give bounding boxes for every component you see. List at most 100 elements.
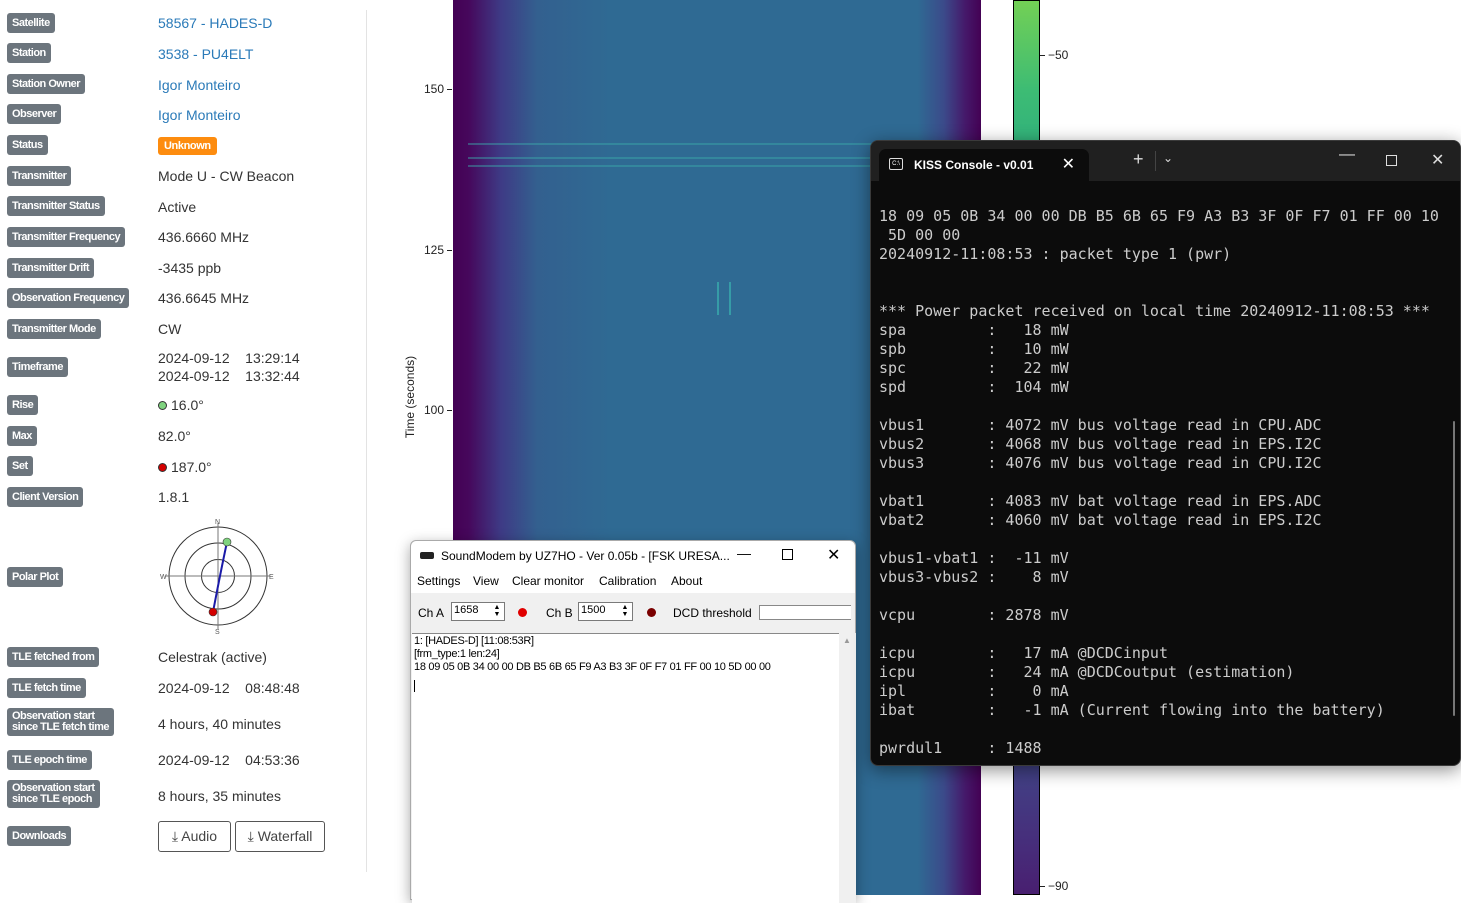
label: Transmitter Drift — [7, 258, 95, 278]
terminal-titlebar[interactable]: C:\ KISS Console - v0.01 ✕ + ⌄ — ✕ — [871, 141, 1460, 181]
value: -3435 ppb — [158, 260, 222, 276]
minimize-icon[interactable]: — — [1339, 146, 1355, 164]
terminal-line: vbus3-vbus2 : 8 mV — [879, 568, 1069, 586]
terminal-line: vbat2 : 4060 mV bat voltage read in EPS.… — [879, 511, 1322, 529]
label: Status — [7, 135, 48, 155]
value: CW — [158, 321, 182, 337]
label: Observer — [7, 104, 62, 124]
monitor-line: [frm_type:1 len:24] — [414, 648, 500, 660]
menu-about[interactable]: About — [671, 574, 702, 588]
tab-kiss-console[interactable]: C:\ KISS Console - v0.01 ✕ — [879, 149, 1089, 181]
monitor-scrollbar[interactable]: ▲ — [839, 633, 856, 903]
close-icon[interactable]: ✕ — [827, 545, 840, 565]
cbar-tick-mark — [1040, 55, 1045, 56]
label: Station — [7, 43, 51, 63]
polar-plot: N S E W — [160, 519, 274, 636]
label: Transmitter Status — [7, 196, 105, 216]
label: Satellite — [7, 13, 55, 33]
dcd-threshold-slider[interactable] — [759, 605, 851, 620]
value: 436.6645 MHz — [158, 290, 250, 306]
value: 436.6660 MHz — [158, 229, 250, 245]
label: TLE fetched from — [7, 647, 100, 667]
label: Max — [7, 426, 37, 446]
tab-close-icon[interactable]: ✕ — [1062, 154, 1075, 174]
chevron-down-icon[interactable]: ⌄ — [1163, 151, 1173, 165]
terminal-line: 20240912-11:08:53 : packet type 1 (pwr) — [879, 245, 1232, 263]
station-owner-link[interactable]: Igor Monteiro — [158, 76, 240, 94]
label: Set — [7, 456, 33, 476]
terminal-output[interactable]: 18 09 05 0B 34 00 00 DB B5 6B 65 F9 A3 B… — [879, 207, 1439, 758]
label: Station Owner — [7, 74, 86, 94]
maximize-icon[interactable] — [1386, 155, 1397, 166]
terminal-line: icpu : 24 mA @DCDCoutput (estimation) — [879, 663, 1295, 681]
value: 2024-09-12 04:53:36 — [158, 752, 300, 768]
ytick: 150 — [423, 82, 444, 96]
label: Observation start since TLE fetch time — [7, 708, 114, 736]
maximize-icon[interactable] — [782, 549, 793, 560]
new-tab-icon[interactable]: + — [1133, 149, 1144, 170]
cha-label: Ch A — [418, 606, 445, 620]
terminal-line: vbus1 : 4072 mV bus voltage read in CPU.… — [879, 416, 1322, 434]
label: Transmitter Mode — [7, 319, 101, 339]
cha-led-icon — [518, 608, 527, 617]
terminal-scrollbar[interactable] — [1453, 421, 1455, 716]
monitor-line: 18 09 05 0B 34 00 00 DB B5 6B 65 F9 A3 B… — [414, 661, 771, 673]
menubar: Settings View Clear monitor Calibration … — [411, 571, 855, 593]
terminal-line: pwrdul1 : 1488 — [879, 739, 1042, 757]
polar-s: S — [215, 629, 220, 636]
chb-value: 1500 — [581, 604, 606, 616]
chb-frequency-input[interactable]: 1500 ▲ ▼ — [578, 602, 633, 621]
satellite-link[interactable]: 58567 - HADES-D — [158, 14, 272, 32]
terminal-line: *** Power packet received on local time … — [879, 302, 1430, 320]
label: TLE fetch time — [7, 678, 86, 698]
polar-n: N — [215, 519, 220, 526]
station-link[interactable]: 3538 - PU4ELT — [158, 45, 253, 63]
rise-dot-icon — [158, 401, 167, 410]
minimize-icon[interactable]: — — [737, 545, 751, 561]
terminal-line: ipl : 0 mA — [879, 682, 1069, 700]
waterfall-label: Waterfall — [257, 828, 313, 844]
value: Celestrak (active) — [158, 649, 267, 665]
close-icon[interactable]: ✕ — [1431, 150, 1444, 170]
text-cursor — [414, 680, 415, 692]
value: 16.0° — [171, 397, 204, 413]
terminal-line: spa : 18 mW — [879, 321, 1069, 339]
scroll-up-icon[interactable]: ▲ — [843, 636, 851, 645]
rise-marker — [222, 537, 232, 547]
terminal-line: ibat : -1 mA (Current flowing into the b… — [879, 701, 1385, 719]
dcd-label: DCD threshold — [673, 606, 752, 620]
spin-arrows-icon[interactable]: ▲ ▼ — [619, 604, 631, 619]
terminal-line: vbus3 : 4076 mV bus voltage read in CPU.… — [879, 454, 1322, 472]
terminal-line: vcpu : 2878 mV — [879, 606, 1069, 624]
terminal-line: vbus1-vbat1 : -11 mV — [879, 549, 1069, 567]
soundmodem-titlebar[interactable]: SoundModem by UZ7HO - Ver 0.05b - [FSK U… — [411, 541, 855, 571]
menu-view[interactable]: View — [473, 574, 499, 588]
observer-link[interactable]: Igor Monteiro — [158, 106, 240, 124]
value: Active — [158, 199, 197, 215]
cha-value: 1658 — [454, 604, 479, 616]
chb-label: Ch B — [546, 606, 573, 620]
menu-calibration[interactable]: Calibration — [599, 574, 656, 588]
value: 2024-09-12 08:48:48 — [158, 680, 300, 696]
download-waterfall-button[interactable]: ⤓ Waterfall — [235, 821, 325, 852]
download-icon: ⤓ — [247, 828, 254, 844]
monitor-text[interactable]: 1: [HADES-D] [11:08:53R] [frm_type:1 len… — [412, 633, 839, 903]
terminal-line: 18 09 05 0B 34 00 00 DB B5 6B 65 F9 A3 B… — [879, 207, 1439, 225]
label: Observation start since TLE epoch — [7, 780, 100, 808]
ytick-mark — [447, 410, 452, 411]
cbar-tick-mark — [1040, 886, 1045, 887]
cha-frequency-input[interactable]: 1658 ▲ ▼ — [451, 602, 505, 621]
label: Timeframe — [7, 357, 68, 377]
spin-arrows-icon[interactable]: ▲ ▼ — [491, 604, 503, 619]
menu-clear-monitor[interactable]: Clear monitor — [512, 574, 584, 588]
value: 187.0° — [171, 459, 212, 475]
value: 1.8.1 — [158, 489, 190, 505]
download-audio-button[interactable]: ⤓ Audio — [158, 821, 231, 852]
menu-settings[interactable]: Settings — [417, 574, 460, 588]
